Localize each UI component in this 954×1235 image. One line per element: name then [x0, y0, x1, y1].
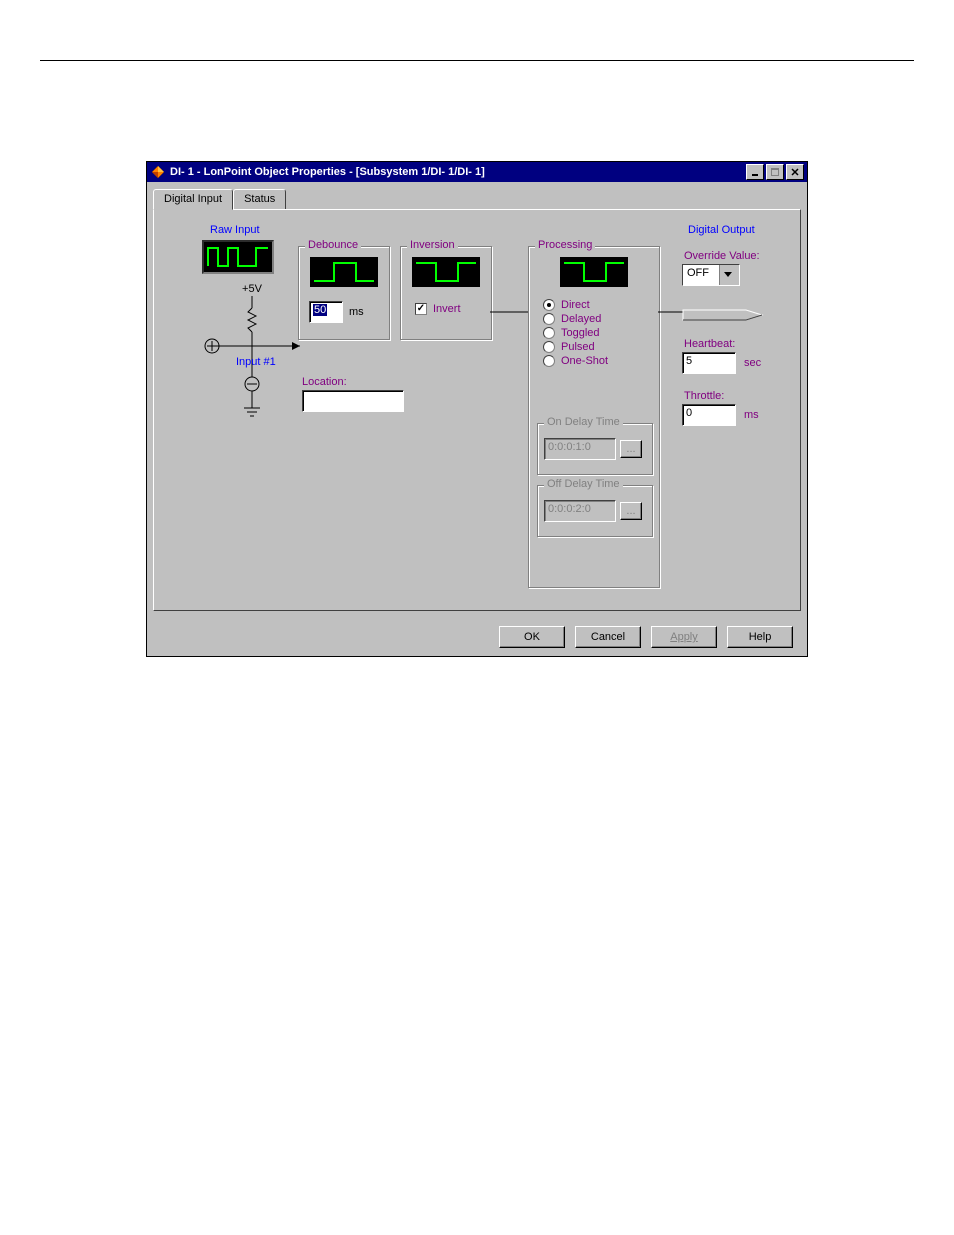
chevron-down-icon: [719, 265, 736, 285]
tab-strip: Digital Input Status: [153, 188, 801, 209]
tab-label: Digital Input: [164, 193, 222, 205]
heartbeat-unit: sec: [744, 357, 761, 369]
svg-text:+5V: +5V: [242, 283, 263, 295]
debounce-value-input[interactable]: 50: [309, 301, 343, 323]
checkbox-icon: [415, 303, 427, 315]
app-icon: [150, 164, 166, 180]
processing-option-toggled[interactable]: Toggled: [543, 327, 659, 339]
on-delay-browse-button: ...: [620, 440, 642, 458]
input-number-label: Input #1: [236, 356, 276, 368]
inversion-group: Inversion Invert: [400, 246, 492, 340]
debounce-waveform: [310, 257, 378, 287]
raw-input-waveform: [202, 240, 274, 274]
radio-label: Delayed: [561, 313, 601, 325]
window-title: DI- 1 - LonPoint Object Properties - [Su…: [170, 166, 744, 178]
radio-icon: [543, 299, 555, 311]
help-button[interactable]: Help: [727, 626, 793, 648]
override-value-label: Override Value:: [684, 250, 792, 262]
debounce-value-text: 50: [313, 304, 327, 316]
debounce-group: Debounce 50 ms: [298, 246, 390, 340]
apply-button-label: Apply: [670, 631, 698, 643]
debounce-unit: ms: [349, 306, 364, 318]
override-value-text: OFF: [683, 265, 719, 285]
digital-output-heading: Digital Output: [688, 224, 792, 236]
location-input[interactable]: [302, 390, 404, 412]
inversion-waveform: [412, 257, 480, 287]
debounce-title: Debounce: [305, 239, 361, 251]
connector-line: [490, 310, 530, 314]
radio-label: Toggled: [561, 327, 600, 339]
tab-label: Status: [244, 193, 275, 205]
invert-label: Invert: [433, 303, 461, 315]
processing-group: Processing Direct Delayed: [528, 246, 660, 588]
close-button[interactable]: [786, 164, 804, 180]
off-delay-group: Off Delay Time 0:0:0:2:0 ...: [537, 485, 653, 537]
processing-option-direct[interactable]: Direct: [543, 299, 659, 311]
apply-button: Apply: [651, 626, 717, 648]
radio-icon: [543, 341, 555, 353]
processing-waveform: [560, 257, 628, 287]
processing-option-oneshot[interactable]: One-Shot: [543, 355, 659, 367]
input-schematic: +5V: [202, 280, 302, 440]
titlebar: DI- 1 - LonPoint Object Properties - [Su…: [147, 162, 807, 182]
on-delay-value: 0:0:0:1:0: [544, 438, 616, 460]
maximize-button[interactable]: [766, 164, 784, 180]
dialog-buttons: OK Cancel Apply Help: [499, 626, 793, 648]
radio-label: One-Shot: [561, 355, 608, 367]
radio-label: Pulsed: [561, 341, 595, 353]
raw-input-heading: Raw Input: [210, 224, 302, 236]
radio-label: Direct: [561, 299, 590, 311]
on-delay-group: On Delay Time 0:0:0:1:0 ...: [537, 423, 653, 475]
minimize-button[interactable]: [746, 164, 764, 180]
cancel-button[interactable]: Cancel: [575, 626, 641, 648]
throttle-input[interactable]: 0: [682, 404, 736, 426]
processing-option-pulsed[interactable]: Pulsed: [543, 341, 659, 353]
heartbeat-label: Heartbeat:: [684, 338, 792, 350]
dialog-window: DI- 1 - LonPoint Object Properties - [Su…: [146, 161, 808, 657]
throttle-label: Throttle:: [684, 390, 792, 402]
invert-checkbox[interactable]: Invert: [415, 303, 491, 315]
throttle-unit: ms: [744, 409, 759, 421]
off-delay-value: 0:0:0:2:0: [544, 500, 616, 522]
inversion-title: Inversion: [407, 239, 458, 251]
override-value-select[interactable]: OFF: [682, 264, 740, 286]
processing-option-delayed[interactable]: Delayed: [543, 313, 659, 325]
tab-digital-input[interactable]: Digital Input: [153, 189, 233, 210]
radio-icon: [543, 355, 555, 367]
ok-button[interactable]: OK: [499, 626, 565, 648]
output-arrow: [682, 306, 762, 322]
off-delay-title: Off Delay Time: [544, 478, 623, 490]
processing-title: Processing: [535, 239, 595, 251]
location-label: Location:: [302, 376, 404, 388]
tab-status[interactable]: Status: [233, 189, 286, 210]
radio-icon: [543, 313, 555, 325]
heartbeat-input[interactable]: 5: [682, 352, 736, 374]
on-delay-title: On Delay Time: [544, 416, 623, 428]
page-rule: [40, 60, 914, 61]
off-delay-browse-button: ...: [620, 502, 642, 520]
tab-panel: Raw Input +5V: [153, 209, 801, 611]
radio-icon: [543, 327, 555, 339]
